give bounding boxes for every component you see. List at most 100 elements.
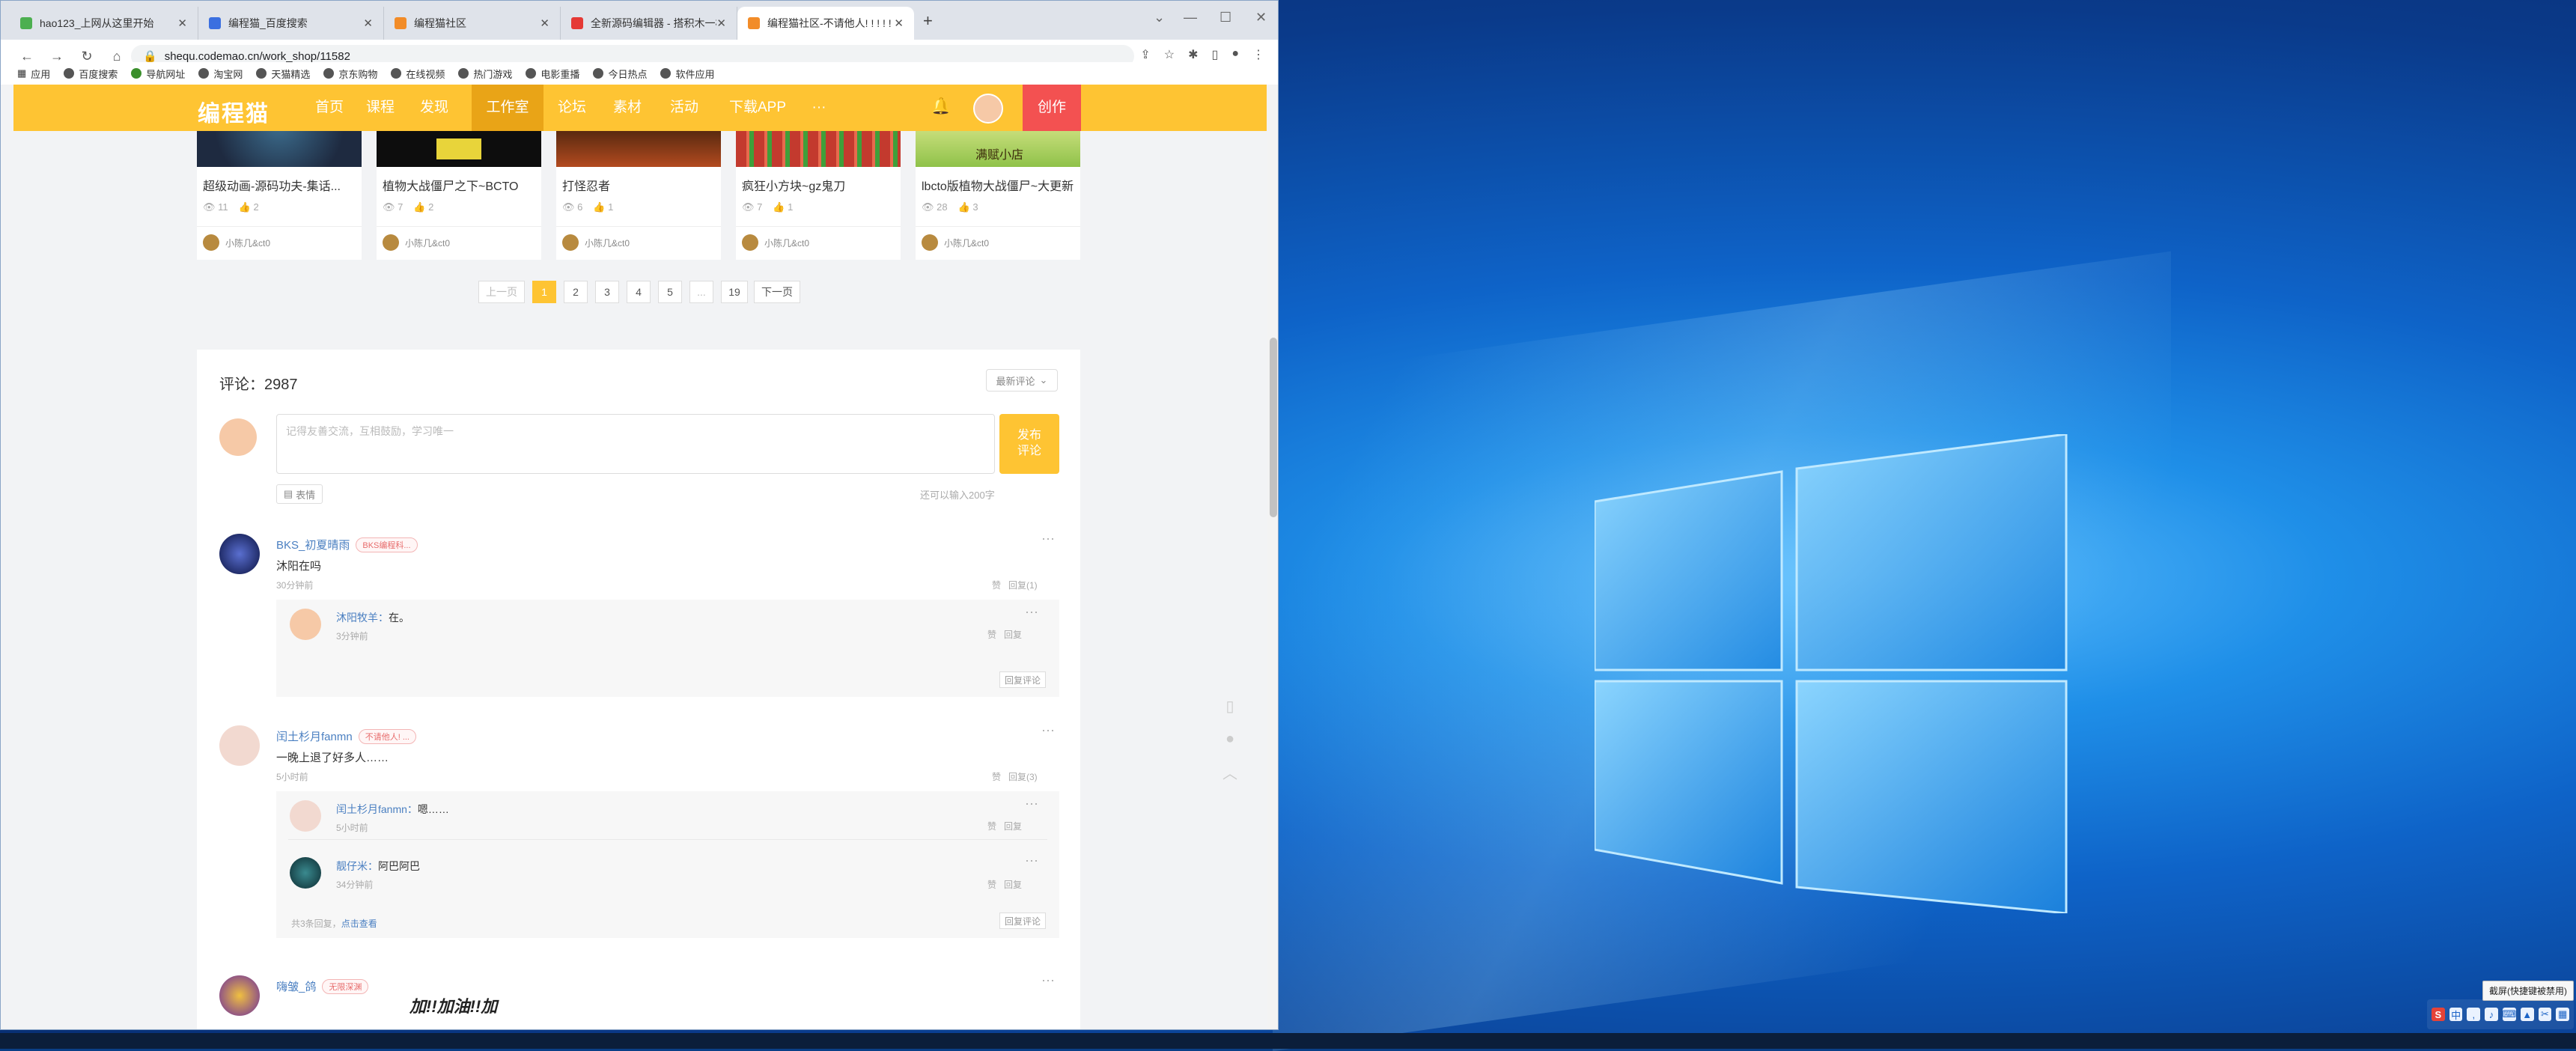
bookmark-item[interactable]: 今日热点	[593, 67, 647, 81]
work-author[interactable]: 小陈几&ct0	[742, 234, 809, 251]
nav-courses[interactable]: 课程	[358, 85, 403, 131]
avatar[interactable]	[290, 800, 321, 832]
close-window-button[interactable]: ✕	[1255, 10, 1267, 25]
bookmark-item[interactable]: ▦ 应用	[17, 67, 50, 81]
nav-download-app[interactable]: 下载APP	[722, 85, 794, 131]
emoji-button[interactable]: ▤ 表情	[276, 484, 323, 504]
avatar[interactable]	[219, 534, 260, 574]
microphone-icon[interactable]: ♪	[2485, 1008, 2498, 1021]
tab-close-icon[interactable]: ✕	[540, 16, 549, 30]
comment-author[interactable]: 嗨皱_鸽 无限深渊	[276, 978, 369, 994]
comment-input[interactable]: 记得友善交流，互相鼓励，学习唯一	[276, 414, 995, 474]
more-options-icon[interactable]: ···	[1025, 853, 1038, 868]
page-scrollbar[interactable]	[1267, 85, 1278, 1029]
punctuation-icon[interactable]: ,	[2467, 1008, 2481, 1021]
bookmark-item[interactable]: 淘宝网	[198, 67, 243, 81]
tab-codemao-community[interactable]: 编程猫社区 ✕	[384, 7, 561, 40]
profile-icon[interactable]: ●	[1231, 47, 1239, 62]
like-button[interactable]: 赞	[992, 579, 1001, 591]
work-author[interactable]: 小陈几&ct0	[203, 234, 270, 251]
work-author[interactable]: 小陈几&ct0	[562, 234, 630, 251]
bookmark-item[interactable]: 电影重播	[526, 67, 579, 81]
more-options-icon[interactable]: ···	[1025, 796, 1038, 811]
publish-comment-button[interactable]: 发布 评论	[999, 414, 1059, 474]
nav-workshop[interactable]: 工作室	[472, 85, 543, 131]
like-button[interactable]: 赞	[987, 628, 996, 641]
nav-materials[interactable]: 素材	[605, 85, 650, 131]
chevron-down-icon[interactable]: ⌄	[1154, 10, 1165, 25]
nav-home[interactable]: 首页	[307, 85, 352, 131]
ime-chinese-icon[interactable]: 中	[2449, 1008, 2463, 1021]
pagination-page[interactable]: 19	[721, 281, 748, 303]
menu-icon[interactable]: ⋮	[1252, 47, 1264, 62]
reply-button[interactable]: 回复	[1004, 878, 1022, 891]
more-options-icon[interactable]: ···	[1041, 722, 1055, 738]
scroll-thumb[interactable]	[1270, 338, 1277, 517]
bookmark-item[interactable]: 百度搜索	[64, 67, 118, 81]
bookmark-item[interactable]: 热门游戏	[458, 67, 512, 81]
new-tab-button[interactable]: +	[923, 11, 933, 31]
tab-close-icon[interactable]: ✕	[716, 16, 726, 30]
tab-active-workshop[interactable]: 编程猫社区-不请他人! ! ! ! ! ✕	[737, 7, 914, 40]
work-author[interactable]: 小陈几&ct0	[922, 234, 989, 251]
reply-button[interactable]: 回复	[1004, 820, 1022, 832]
work-card[interactable]: 超级动画-源码功夫-集话... 👁 11 👍 2 小陈几&ct0	[197, 131, 362, 260]
like-button[interactable]: 赞	[987, 878, 996, 891]
work-card[interactable]: 植物大战僵尸之下~BCTO 👁 7 👍 2 小陈几&ct0	[377, 131, 541, 260]
nav-forum[interactable]: 论坛	[549, 85, 594, 131]
codemao-logo[interactable]: 编程猫	[198, 95, 270, 128]
bookmark-item[interactable]: 导航网址	[131, 67, 185, 81]
reply-button[interactable]: 回复(3)	[1008, 770, 1038, 783]
pagination-page[interactable]: 2	[564, 281, 588, 303]
sidepanel-icon[interactable]: ▯	[1212, 47, 1219, 62]
pagination-page[interactable]: 5	[658, 281, 682, 303]
avatar[interactable]	[290, 857, 321, 889]
avatar[interactable]	[290, 609, 321, 640]
bookmark-item[interactable]: 京东购物	[323, 67, 377, 81]
pagination-page[interactable]: 1	[532, 281, 556, 303]
bookmark-item[interactable]: 在线视频	[391, 67, 445, 81]
more-options-icon[interactable]: ···	[1025, 604, 1038, 620]
work-card[interactable]: 满赋小店 lbcto版植物大战僵尸~大更新 👁 28 👍 3 小陈几&ct0	[916, 131, 1080, 260]
work-author[interactable]: 小陈几&ct0	[383, 234, 450, 251]
nav-more[interactable]: ···	[804, 85, 834, 131]
reply-comment-button[interactable]: 回复评论	[999, 671, 1047, 688]
reply-comment-button[interactable]: 回复评论	[999, 913, 1047, 929]
extensions-icon[interactable]: ✱	[1188, 47, 1198, 62]
pagination-next[interactable]: 下一页	[754, 281, 800, 303]
bookmark-item[interactable]: 软件应用	[660, 67, 714, 81]
tab-hao123[interactable]: hao123_上网从这里开始 ✕	[10, 7, 198, 40]
reply-button[interactable]: 回复	[1004, 628, 1022, 641]
ime-icon[interactable]: S	[2432, 1008, 2445, 1021]
like-button[interactable]: 赞	[992, 770, 1001, 783]
tab-close-icon[interactable]: ✕	[894, 16, 904, 30]
tab-baidu[interactable]: 编程猫_百度搜索 ✕	[198, 7, 384, 40]
bell-icon[interactable]: 🔔	[931, 97, 951, 118]
comment-sort-select[interactable]: 最新评论 ⌄	[986, 369, 1058, 392]
expand-replies-link[interactable]: 点击查看	[341, 919, 377, 929]
nav-discover[interactable]: 发现	[412, 85, 457, 131]
comment-author[interactable]: 闰土杉月fanmn 不请他人! ...	[276, 728, 416, 744]
share-icon[interactable]: ⇪	[1140, 47, 1150, 62]
scissors-icon[interactable]: ✂	[2538, 1008, 2552, 1021]
tab-editor[interactable]: 全新源码编辑器 - 搭积木一样来...✕	[561, 7, 737, 40]
reply-author[interactable]: 靓仔米：阿巴阿巴	[336, 859, 420, 874]
user-avatar[interactable]	[973, 94, 1003, 124]
nav-events[interactable]: 活动	[662, 85, 707, 131]
minimize-button[interactable]: —	[1184, 10, 1197, 25]
comment-author[interactable]: BKS_初夏晴雨 BKS编程科...	[276, 537, 418, 552]
bookmark-item[interactable]: 天猫精选	[256, 67, 310, 81]
shirt-icon[interactable]: ▲	[2520, 1008, 2534, 1021]
pagination-page[interactable]: 3	[595, 281, 619, 303]
tab-close-icon[interactable]: ✕	[363, 16, 373, 30]
maximize-button[interactable]: ☐	[1220, 10, 1231, 25]
work-card[interactable]: 打怪忍者 👁 6 👍 1 小陈几&ct0	[556, 131, 721, 260]
reply-author[interactable]: 闰土杉月fanmn：嗯……	[336, 802, 449, 817]
create-button[interactable]: 创作	[1023, 85, 1081, 131]
more-options-icon[interactable]: ···	[1041, 531, 1055, 546]
grid-icon[interactable]: ▦	[2556, 1008, 2570, 1021]
tab-close-icon[interactable]: ✕	[177, 16, 187, 30]
back-to-top-icon[interactable]: ︿	[1211, 752, 1249, 791]
star-icon[interactable]: ☆	[1164, 47, 1175, 62]
avatar[interactable]	[219, 975, 260, 1016]
